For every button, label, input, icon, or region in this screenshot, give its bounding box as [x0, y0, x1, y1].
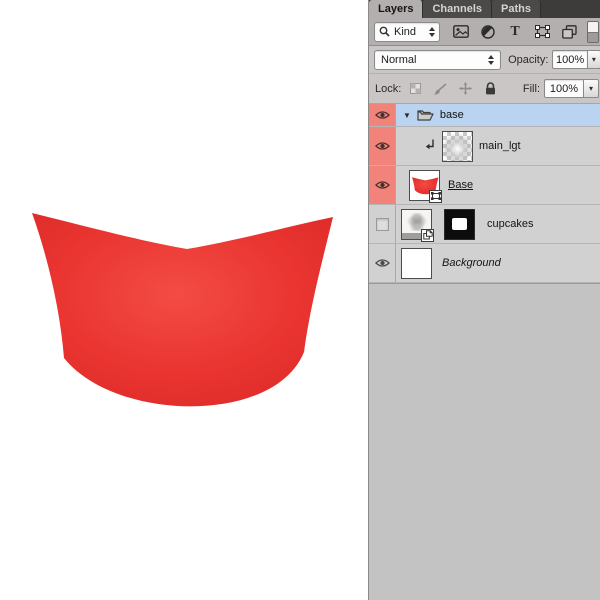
- stepper-icon: [429, 27, 435, 37]
- lock-transparency-icon[interactable]: [407, 81, 423, 97]
- layer-name[interactable]: Base: [448, 179, 473, 191]
- lock-label: Lock:: [375, 83, 401, 95]
- hidden-eye-well: [376, 218, 389, 231]
- red-base-shape: [0, 0, 368, 600]
- chevron-down-icon: ▾: [589, 84, 593, 93]
- layer-row-cupcakes[interactable]: cupcakes: [369, 205, 600, 244]
- eye-icon: [375, 180, 390, 190]
- opacity-label: Opacity:: [508, 54, 548, 66]
- visibility-toggle[interactable]: [369, 104, 396, 126]
- shape-layer-filter-icon[interactable]: [534, 24, 550, 40]
- opacity-value: 100%: [556, 54, 584, 66]
- tab-layers[interactable]: Layers: [369, 0, 423, 18]
- visibility-toggle[interactable]: [369, 166, 396, 204]
- fill-value: 100%: [550, 83, 578, 95]
- filter-type-buttons: T: [453, 24, 577, 40]
- layers-panel: Layers Channels Paths Kind T: [368, 0, 600, 600]
- lock-row: Lock: Fill: 100% ▾: [369, 74, 600, 104]
- eye-icon: [375, 258, 390, 268]
- pixel-layer-filter-icon[interactable]: [453, 24, 469, 40]
- document-canvas[interactable]: [0, 0, 368, 600]
- shape-badge-icon: [429, 190, 442, 203]
- filter-kind-label: Kind: [394, 26, 416, 38]
- group-folder-icon: [417, 109, 434, 122]
- visibility-toggle[interactable]: [369, 205, 396, 243]
- layer-thumbnail[interactable]: [401, 248, 432, 279]
- search-icon: [379, 26, 390, 37]
- clipping-arrow-icon: [425, 139, 436, 153]
- layer-thumbnail[interactable]: [442, 131, 473, 162]
- adjustment-layer-filter-icon[interactable]: [480, 24, 496, 40]
- layer-row-base-group[interactable]: ▼ base: [369, 104, 600, 127]
- fill-input[interactable]: 100%: [544, 79, 584, 98]
- opacity-input[interactable]: 100%: [552, 50, 587, 69]
- layer-name[interactable]: base: [440, 109, 464, 121]
- blend-mode-value: Normal: [381, 54, 416, 66]
- fill-dropdown-button[interactable]: ▾: [584, 79, 599, 98]
- layer-filter-row: Kind T: [369, 18, 600, 46]
- layer-row-main-lgt[interactable]: main_lgt: [369, 127, 600, 166]
- smart-object-filter-icon[interactable]: [561, 24, 577, 40]
- layer-list-empty-area: [369, 283, 600, 600]
- lock-position-icon[interactable]: [457, 81, 473, 97]
- blend-mode-select[interactable]: Normal: [374, 50, 501, 70]
- layer-row-base-shape[interactable]: Base: [369, 166, 600, 205]
- eye-icon: [375, 110, 390, 120]
- mask-preview: [452, 218, 467, 230]
- opacity-dropdown-button[interactable]: ▾: [588, 50, 600, 69]
- tab-channels[interactable]: Channels: [423, 0, 492, 18]
- lock-all-icon[interactable]: [482, 81, 498, 97]
- layer-name[interactable]: cupcakes: [487, 218, 533, 230]
- eye-icon: [375, 141, 390, 151]
- chevron-down-icon: ▾: [592, 55, 596, 64]
- photoshop-workspace: Layers Channels Paths Kind T: [0, 0, 600, 600]
- tab-paths[interactable]: Paths: [492, 0, 541, 18]
- layer-name[interactable]: main_lgt: [479, 140, 521, 152]
- stepper-icon: [488, 55, 494, 65]
- soft-light-blob: [443, 132, 472, 161]
- layer-list: ▼ base: [369, 104, 600, 283]
- mask-thumbnail[interactable]: [444, 209, 475, 240]
- visibility-toggle[interactable]: [369, 127, 396, 165]
- fill-label: Fill:: [523, 83, 540, 95]
- smart-object-badge-icon: [421, 229, 434, 242]
- layer-thumbnail[interactable]: [401, 209, 432, 240]
- layer-thumbnail[interactable]: [409, 170, 440, 201]
- panel-tab-bar: Layers Channels Paths: [369, 0, 600, 18]
- filter-toggle-switch[interactable]: [587, 21, 599, 43]
- lock-paint-icon[interactable]: [432, 81, 448, 97]
- type-layer-filter-icon[interactable]: T: [507, 24, 523, 40]
- layer-row-background[interactable]: Background: [369, 244, 600, 283]
- visibility-toggle[interactable]: [369, 244, 396, 282]
- blend-mode-row: Normal Opacity: 100% ▾: [369, 46, 600, 74]
- disclosure-triangle-icon[interactable]: ▼: [403, 111, 411, 120]
- layer-name[interactable]: Background: [442, 257, 501, 269]
- filter-kind-select[interactable]: Kind: [374, 22, 440, 42]
